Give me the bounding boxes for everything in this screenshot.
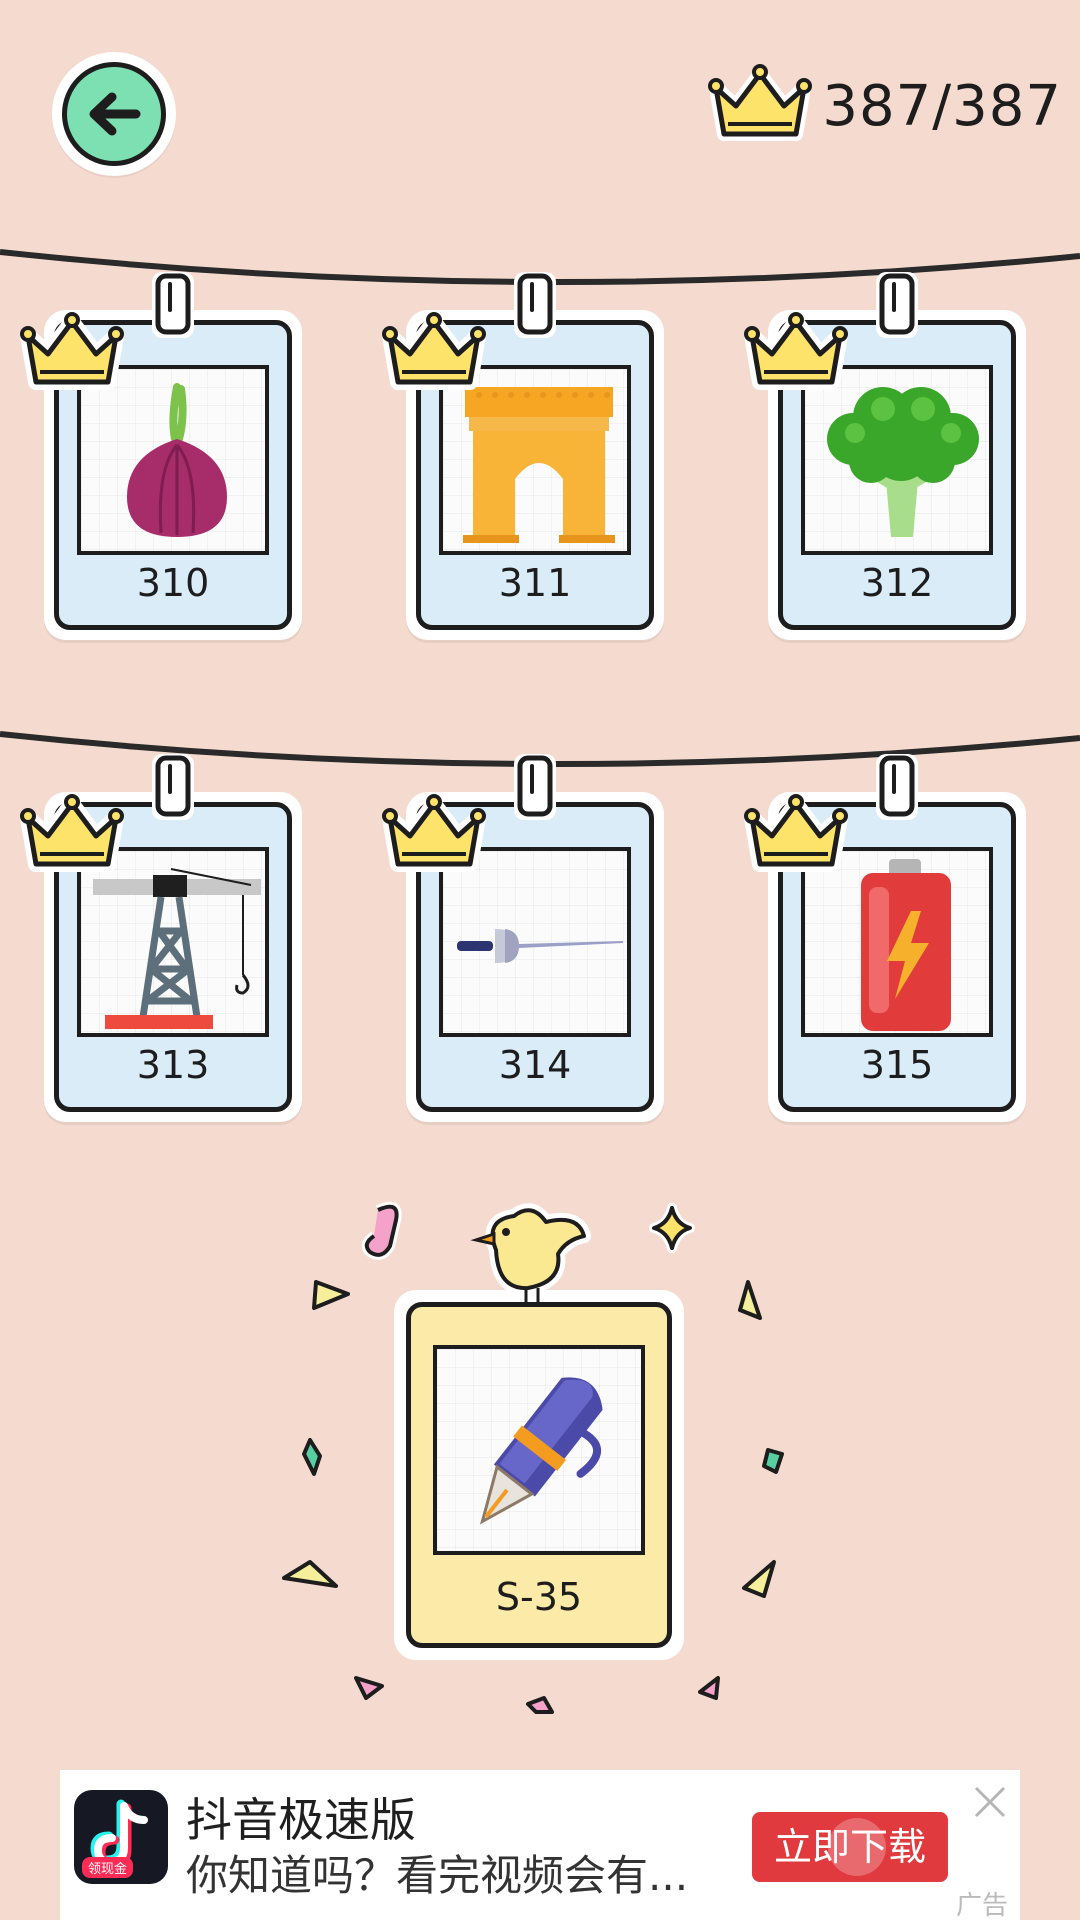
back-button[interactable] — [52, 52, 176, 176]
close-icon[interactable] — [970, 1782, 1010, 1822]
ad-description[interactable]: 你知道吗？看完视频会有... — [186, 1842, 688, 1903]
download-button-label: 立即下载 — [773, 1825, 926, 1869]
featured-card-photo — [433, 1345, 645, 1555]
card-number: 311 — [498, 561, 572, 605]
ad-icon-tag: 领现金 — [82, 1857, 134, 1878]
crown-counter: 387/387 — [708, 62, 1062, 150]
ad-title[interactable]: 抖音极速版 — [186, 1784, 416, 1850]
card-number: 315 — [860, 1043, 934, 1087]
ad-label: 广告 — [955, 1891, 1008, 1920]
clothespin-icon — [874, 752, 920, 822]
crown-icon — [708, 64, 813, 141]
crown-icon — [382, 310, 486, 398]
download-button[interactable]: 立即下载 — [752, 1812, 948, 1882]
star-sparkle-icon — [649, 1203, 695, 1253]
clothespin-icon — [512, 270, 558, 340]
fountain-pen-icon — [479, 1377, 603, 1525]
clothespin-icon — [512, 752, 558, 822]
card-number: 313 — [136, 1043, 210, 1087]
crown-icon — [744, 792, 848, 880]
level-card-315[interactable]: 315 — [744, 752, 1032, 1132]
level-card-314[interactable]: 314 — [382, 752, 670, 1132]
level-card-310[interactable]: 310 — [20, 270, 308, 650]
ad-banner[interactable]: 领现金 抖音极速版 你知道吗？看完视频会有... 立即下载 广告 — [60, 1770, 1020, 1920]
featured-card-paper: S-35 — [406, 1302, 672, 1648]
crown-count: 387/387 — [822, 73, 1062, 139]
clothespin-icon — [150, 270, 196, 340]
level-select-screen: 387/387 310 311 312 313 314 315 S-35 领现金… — [0, 0, 1080, 1920]
clothespin-icon — [150, 752, 196, 822]
level-card-313[interactable]: 313 — [20, 752, 308, 1132]
featured-card-number: S-35 — [495, 1575, 583, 1619]
card-number: 310 — [136, 561, 210, 605]
back-button-circle — [62, 62, 166, 166]
card-number: 312 — [860, 561, 934, 605]
crown-icon — [382, 792, 486, 880]
crown-icon — [20, 310, 124, 398]
music-note-icon — [361, 1201, 402, 1260]
level-card-312[interactable]: 312 — [744, 270, 1032, 650]
clothespin-icon — [874, 270, 920, 340]
featured-level-card[interactable]: S-35 — [394, 1203, 684, 1660]
level-card-311[interactable]: 311 — [382, 270, 670, 650]
card-number: 314 — [498, 1043, 572, 1087]
crown-icon — [20, 792, 124, 880]
arrow-left-icon — [89, 92, 141, 136]
douyin-app-icon[interactable]: 领现金 — [74, 1790, 168, 1884]
crown-icon — [744, 310, 848, 398]
bird-icon — [470, 1203, 591, 1304]
